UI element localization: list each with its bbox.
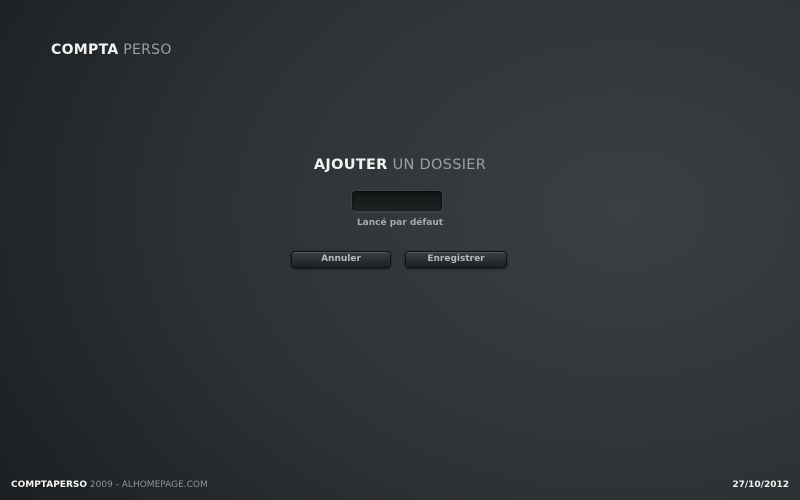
footer-date: 27/10/2012	[732, 480, 789, 490]
footer-app-name: COMPTAPERSO	[11, 480, 88, 490]
save-button[interactable]: Enregistrer	[405, 251, 507, 268]
footer-credits: COMPTAPERSO 2009 - ALHOMEPAGE.COM	[11, 480, 208, 490]
default-launch-label[interactable]: Lancé par défaut	[0, 218, 800, 228]
dialog-title: AJOUTER UN DOSSIER	[0, 157, 800, 173]
cancel-button[interactable]: Annuler	[291, 251, 391, 268]
folder-name-input[interactable]	[351, 190, 443, 212]
app-logo-bold: COMPTA	[51, 42, 119, 58]
footer-credits-text: 2009 - ALHOMEPAGE.COM	[89, 480, 208, 490]
app-logo: COMPTA PERSO	[51, 42, 172, 58]
app-logo-light: PERSO	[123, 42, 172, 58]
dialog-title-light: UN DOSSIER	[392, 157, 487, 173]
dialog-title-bold: AJOUTER	[313, 157, 388, 173]
